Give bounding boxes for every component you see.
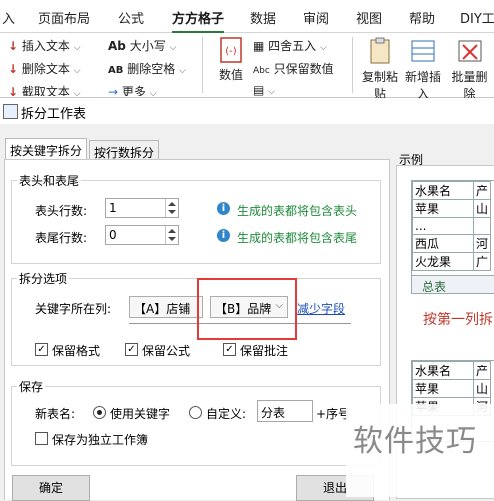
spin-up-icon[interactable] (168, 229, 176, 233)
spin-down-icon[interactable] (168, 237, 176, 241)
footer-info-text: 生成的表都将包含表尾 (237, 231, 358, 245)
table-row: ... (412, 217, 492, 235)
tab-insert[interactable]: 入 (2, 8, 15, 27)
example-table-top: 水果名产 苹果山 ... 西瓜河 火龙果广 (412, 181, 492, 271)
footer-rows-label: 表尾行数: (35, 231, 88, 245)
batch-delete-button[interactable]: 批量删 除 (445, 37, 494, 102)
extract-text-button[interactable]: ↓ 截取文本 ⌵ (8, 83, 81, 96)
info-icon: i (217, 202, 230, 215)
ribbon-tab-bar: 入 页面布局 公式 方方格子 数据 审阅 视图 帮助 DIY工 (0, 0, 494, 34)
delete-space-icon: AB (108, 65, 124, 76)
table-row: 西瓜河 (412, 234, 492, 253)
format-button[interactable]: ▤ ⌵ (253, 83, 275, 96)
tab-fangfang[interactable]: 方方格子 (172, 8, 225, 34)
value-button[interactable]: (-) 数值 (213, 37, 249, 83)
use-keyword-label: 使用关键字 (110, 407, 171, 421)
use-keyword-radio[interactable] (93, 406, 106, 419)
keep-formula-label: 保留公式 (142, 344, 191, 358)
save-group-title: 保存 (17, 378, 46, 395)
custom-name-input[interactable]: 分表 (257, 400, 313, 422)
save-group (11, 386, 381, 466)
case-icon: Ab (108, 39, 126, 53)
spin-up-icon[interactable] (168, 202, 176, 206)
table-row: 火龙果广 (412, 252, 492, 271)
svg-text:(-): (-) (225, 46, 237, 57)
keyword-column-label: 关键字所在列: (35, 302, 112, 316)
keep-value-button[interactable]: Abc 只保留数值 (253, 60, 334, 77)
split-options-group-title: 拆分选项 (17, 270, 70, 287)
ribbon: ↓ 插入文本 ⌵ ↓ 删除文本 ⌵ ↓ 截取文本 ⌵ Ab 大小写 ⌵ AB 删… (0, 33, 494, 101)
new-name-label: 新表名: (35, 407, 76, 421)
custom-label: 自定义: (206, 407, 247, 421)
sheet-tab-bar: 总表 (412, 275, 494, 294)
keep-comment-checkbox[interactable]: ✓ (223, 343, 236, 356)
sheet-tab-total: 总表 (422, 280, 447, 294)
example-sheet-top: 水果名产 苹果山 ... 西瓜河 火龙果广 总表 (411, 180, 494, 294)
footer-rows-stepper[interactable]: 0 (105, 225, 179, 245)
insert-text-icon: ↓ (8, 39, 19, 53)
dialog-title-bar: 拆分工作表 (0, 98, 494, 124)
tab-data[interactable]: 数据 (250, 8, 276, 27)
copy-paste-button[interactable]: 复制粘 贴 (360, 37, 400, 102)
info-icon: i (217, 229, 230, 242)
table-row: 苹果山 (412, 379, 492, 398)
tab-diy[interactable]: DIY工 (460, 8, 494, 27)
insert-rows-icon (411, 40, 435, 62)
keep-format-checkbox[interactable]: ✓ (35, 343, 48, 356)
round-button[interactable]: ▦ 四舍五入 ⌵ (253, 37, 327, 54)
table-row: 水果名产 (412, 181, 492, 200)
dialog-app-icon (3, 104, 18, 119)
watermark-text: 软件技巧 (353, 424, 477, 459)
delete-rows-icon (458, 40, 481, 62)
dialog-title: 拆分工作表 (21, 107, 87, 122)
tab-review[interactable]: 审阅 (303, 8, 329, 27)
spin-down-icon[interactable] (168, 210, 176, 214)
keep-value-icon: Abc (253, 66, 270, 76)
case-button[interactable]: Ab 大小写 ⌵ (108, 37, 176, 54)
reduce-field-link[interactable]: 减少字段 (297, 300, 345, 317)
tab-view[interactable]: 视图 (356, 8, 382, 27)
seq-suffix-label: +序号 (316, 407, 351, 421)
keep-formula-checkbox[interactable]: ✓ (125, 343, 138, 356)
delete-text-icon: ↓ (8, 62, 19, 76)
tab-page-layout[interactable]: 页面布局 (38, 8, 90, 27)
more-button[interactable]: → 更多 ⌵ (108, 83, 157, 96)
tab-formulas[interactable]: 公式 (118, 8, 144, 27)
header-rows-stepper[interactable]: 1 (105, 198, 179, 218)
add-insert-button[interactable]: 新增插 入 (402, 37, 444, 102)
keyword-column-select-1[interactable]: 【A】店铺 (129, 296, 203, 318)
delete-space-button[interactable]: AB 删除空格 ⌵ (108, 60, 186, 77)
ok-button[interactable]: 确定 (12, 475, 90, 501)
insert-text-button[interactable]: ↓ 插入文本 ⌵ (8, 37, 81, 54)
value-icon: (-) (220, 37, 242, 63)
header-info-text: 生成的表都将包含表头 (237, 204, 358, 218)
header-footer-group (11, 180, 381, 264)
keep-format-label: 保留格式 (52, 344, 101, 358)
header-footer-group-title: 表头和表尾 (17, 172, 82, 189)
tab-help[interactable]: 帮助 (409, 8, 435, 27)
extract-text-icon: ↓ (8, 85, 19, 96)
custom-radio[interactable] (189, 406, 202, 419)
save-workbook-label: 保存为独立工作簿 (52, 433, 149, 447)
table-icon: ▤ (253, 83, 265, 96)
table-row: 苹果山 (412, 199, 492, 218)
split-worksheet-dialog: 按关键字拆分 按行数拆分 表头和表尾 表头行数: 1 i 生成的表都将包含表头 … (0, 124, 494, 501)
save-workbook-checkbox[interactable] (35, 432, 48, 445)
keep-comment-label: 保留批注 (240, 344, 289, 358)
delete-text-button[interactable]: ↓ 删除文本 ⌵ (8, 60, 81, 77)
example-caption: 按第一列拆 (423, 312, 493, 328)
arrow-right-icon: → (108, 85, 119, 96)
clipboard-icon (370, 37, 390, 64)
table-row: 水果名产 (412, 361, 492, 380)
header-rows-label: 表头行数: (35, 204, 88, 218)
grid-icon: ▦ (253, 39, 265, 53)
highlight-box (197, 278, 297, 340)
